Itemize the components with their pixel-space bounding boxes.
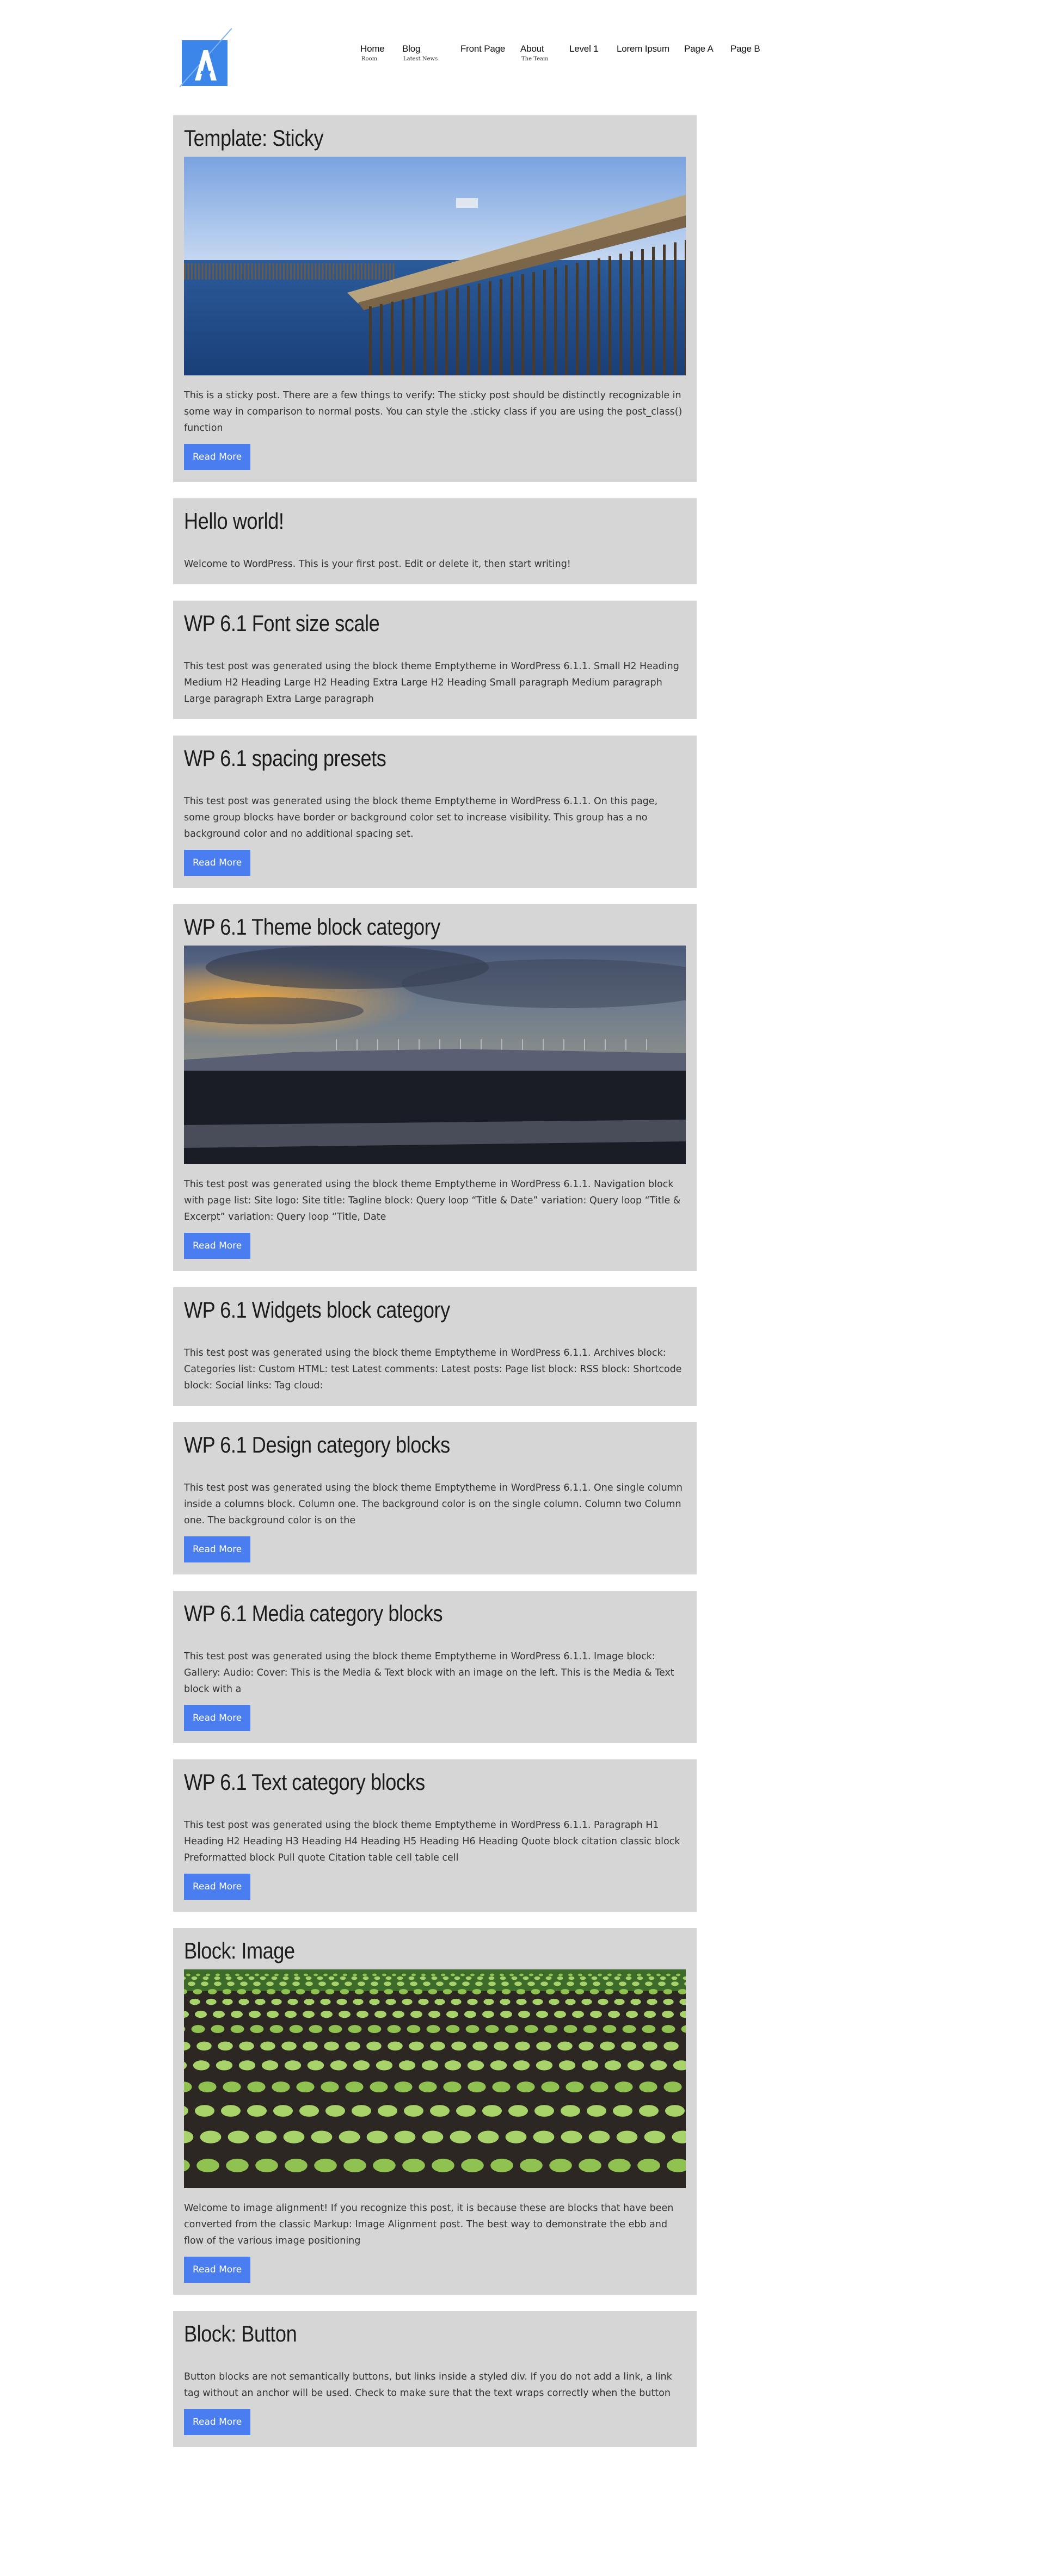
site-header: Home Room Blog Latest News Front Page About Th… (0, 0, 1045, 98)
nav-item-label: Blog (402, 44, 421, 54)
post-title[interactable]: WP 6.1 Media category blocks (184, 1598, 616, 1629)
post-card: Hello world! Welcome to WordPress. This i… (173, 498, 697, 584)
nav-item-label: Page A (684, 44, 714, 54)
post-excerpt: Welcome to WordPress. This is your first… (184, 559, 571, 570)
nav-item-label: Page B (730, 44, 760, 54)
post-card: WP 6.1 Theme block category This test po… (173, 904, 697, 1271)
post-list: Template: Sticky This is a sticky post. … (173, 115, 697, 2463)
post-excerpt: This test post was generated using the b… (184, 1482, 683, 1526)
post-title[interactable]: WP 6.1 Design category blocks (184, 1430, 616, 1460)
nav-item-label: Lorem Ipsum (617, 44, 670, 54)
post-excerpt: This test post was generated using the b… (184, 1651, 674, 1695)
post-card: Template: Sticky This is a sticky post. … (173, 115, 697, 482)
post-card: WP 6.1 Font size scale This test post was… (173, 601, 697, 719)
read-more-button[interactable]: Read More (184, 850, 251, 876)
read-more-button[interactable]: Read More (184, 1874, 251, 1900)
post-featured-image[interactable] (184, 157, 686, 375)
read-more-button[interactable]: Read More (184, 1705, 251, 1731)
read-more-button[interactable]: Read More (184, 1233, 251, 1259)
nav-item-page-b[interactable]: Page B (730, 44, 763, 63)
post-excerpt: This test post was generated using the b… (184, 661, 679, 705)
post-card: WP 6.1 Text category blocks This test pos… (173, 1759, 697, 1912)
read-more-button[interactable]: Read More (184, 2257, 251, 2283)
nav-item-description: Latest News (403, 56, 438, 62)
nav-item-label: Home (360, 44, 385, 54)
nav-item-lorem-ipsum[interactable]: Lorem Ipsum (617, 44, 684, 63)
nav-item-label: Level 1 (569, 44, 599, 54)
post-excerpt: This test post was generated using the b… (184, 1348, 682, 1391)
post-title[interactable]: Block: Image (184, 1936, 616, 1966)
nav-item-description: Room (361, 56, 378, 62)
post-card: Block: Image Welcome to image alignment!… (173, 1928, 697, 2295)
read-more-button[interactable]: Read More (184, 444, 251, 470)
post-excerpt: This is a sticky post. There are a few t… (184, 390, 683, 434)
post-excerpt: Welcome to image alignment! If you recog… (184, 2203, 674, 2246)
nav-item-description: The Team (521, 56, 549, 62)
post-excerpt: This test post was generated using the b… (184, 1820, 680, 1863)
nav-item-about[interactable]: About The Team (520, 44, 569, 63)
nav-item-page-a[interactable]: Page A (684, 44, 730, 63)
post-featured-image[interactable] (184, 946, 686, 1164)
post-title[interactable]: Hello world! (184, 506, 616, 536)
post-title[interactable]: WP 6.1 Font size scale (184, 608, 616, 639)
nav-item-home[interactable]: Home Room (360, 44, 402, 63)
post-title[interactable]: Template: Sticky (184, 123, 616, 153)
main-navigation: Home Room Blog Latest News Front Page About Th… (360, 44, 763, 63)
nav-item-front-page[interactable]: Front Page (460, 44, 520, 63)
post-title[interactable]: Block: Button (184, 2319, 616, 2349)
site-logo[interactable] (180, 28, 232, 88)
nav-item-level-1[interactable]: Level 1 (569, 44, 617, 63)
post-card: WP 6.1 Media category blocks This test po… (173, 1591, 697, 1743)
post-card: WP 6.1 spacing presets This test post was… (173, 736, 697, 888)
post-card: WP 6.1 Widgets block category This test p… (173, 1287, 697, 1406)
post-title[interactable]: WP 6.1 Text category blocks (184, 1767, 616, 1797)
post-excerpt: This test post was generated using the b… (184, 796, 658, 839)
post-card: WP 6.1 Design category blocks This test p… (173, 1422, 697, 1574)
read-more-button[interactable]: Read More (184, 2409, 251, 2435)
post-featured-image[interactable] (184, 1969, 686, 2188)
read-more-button[interactable]: Read More (184, 1536, 251, 1562)
nav-item-label: Front Page (460, 44, 506, 54)
post-card: Block: Button Button blocks are not seman… (173, 2311, 697, 2447)
post-title[interactable]: WP 6.1 Widgets block category (184, 1295, 616, 1325)
post-excerpt: This test post was generated using the b… (184, 1179, 681, 1222)
nav-item-label: About (520, 44, 544, 54)
post-excerpt: Button blocks are not semantically butto… (184, 2371, 672, 2399)
post-title[interactable]: WP 6.1 spacing presets (184, 743, 616, 774)
post-title[interactable]: WP 6.1 Theme block category (184, 912, 616, 942)
nav-item-blog[interactable]: Blog Latest News (402, 44, 460, 63)
